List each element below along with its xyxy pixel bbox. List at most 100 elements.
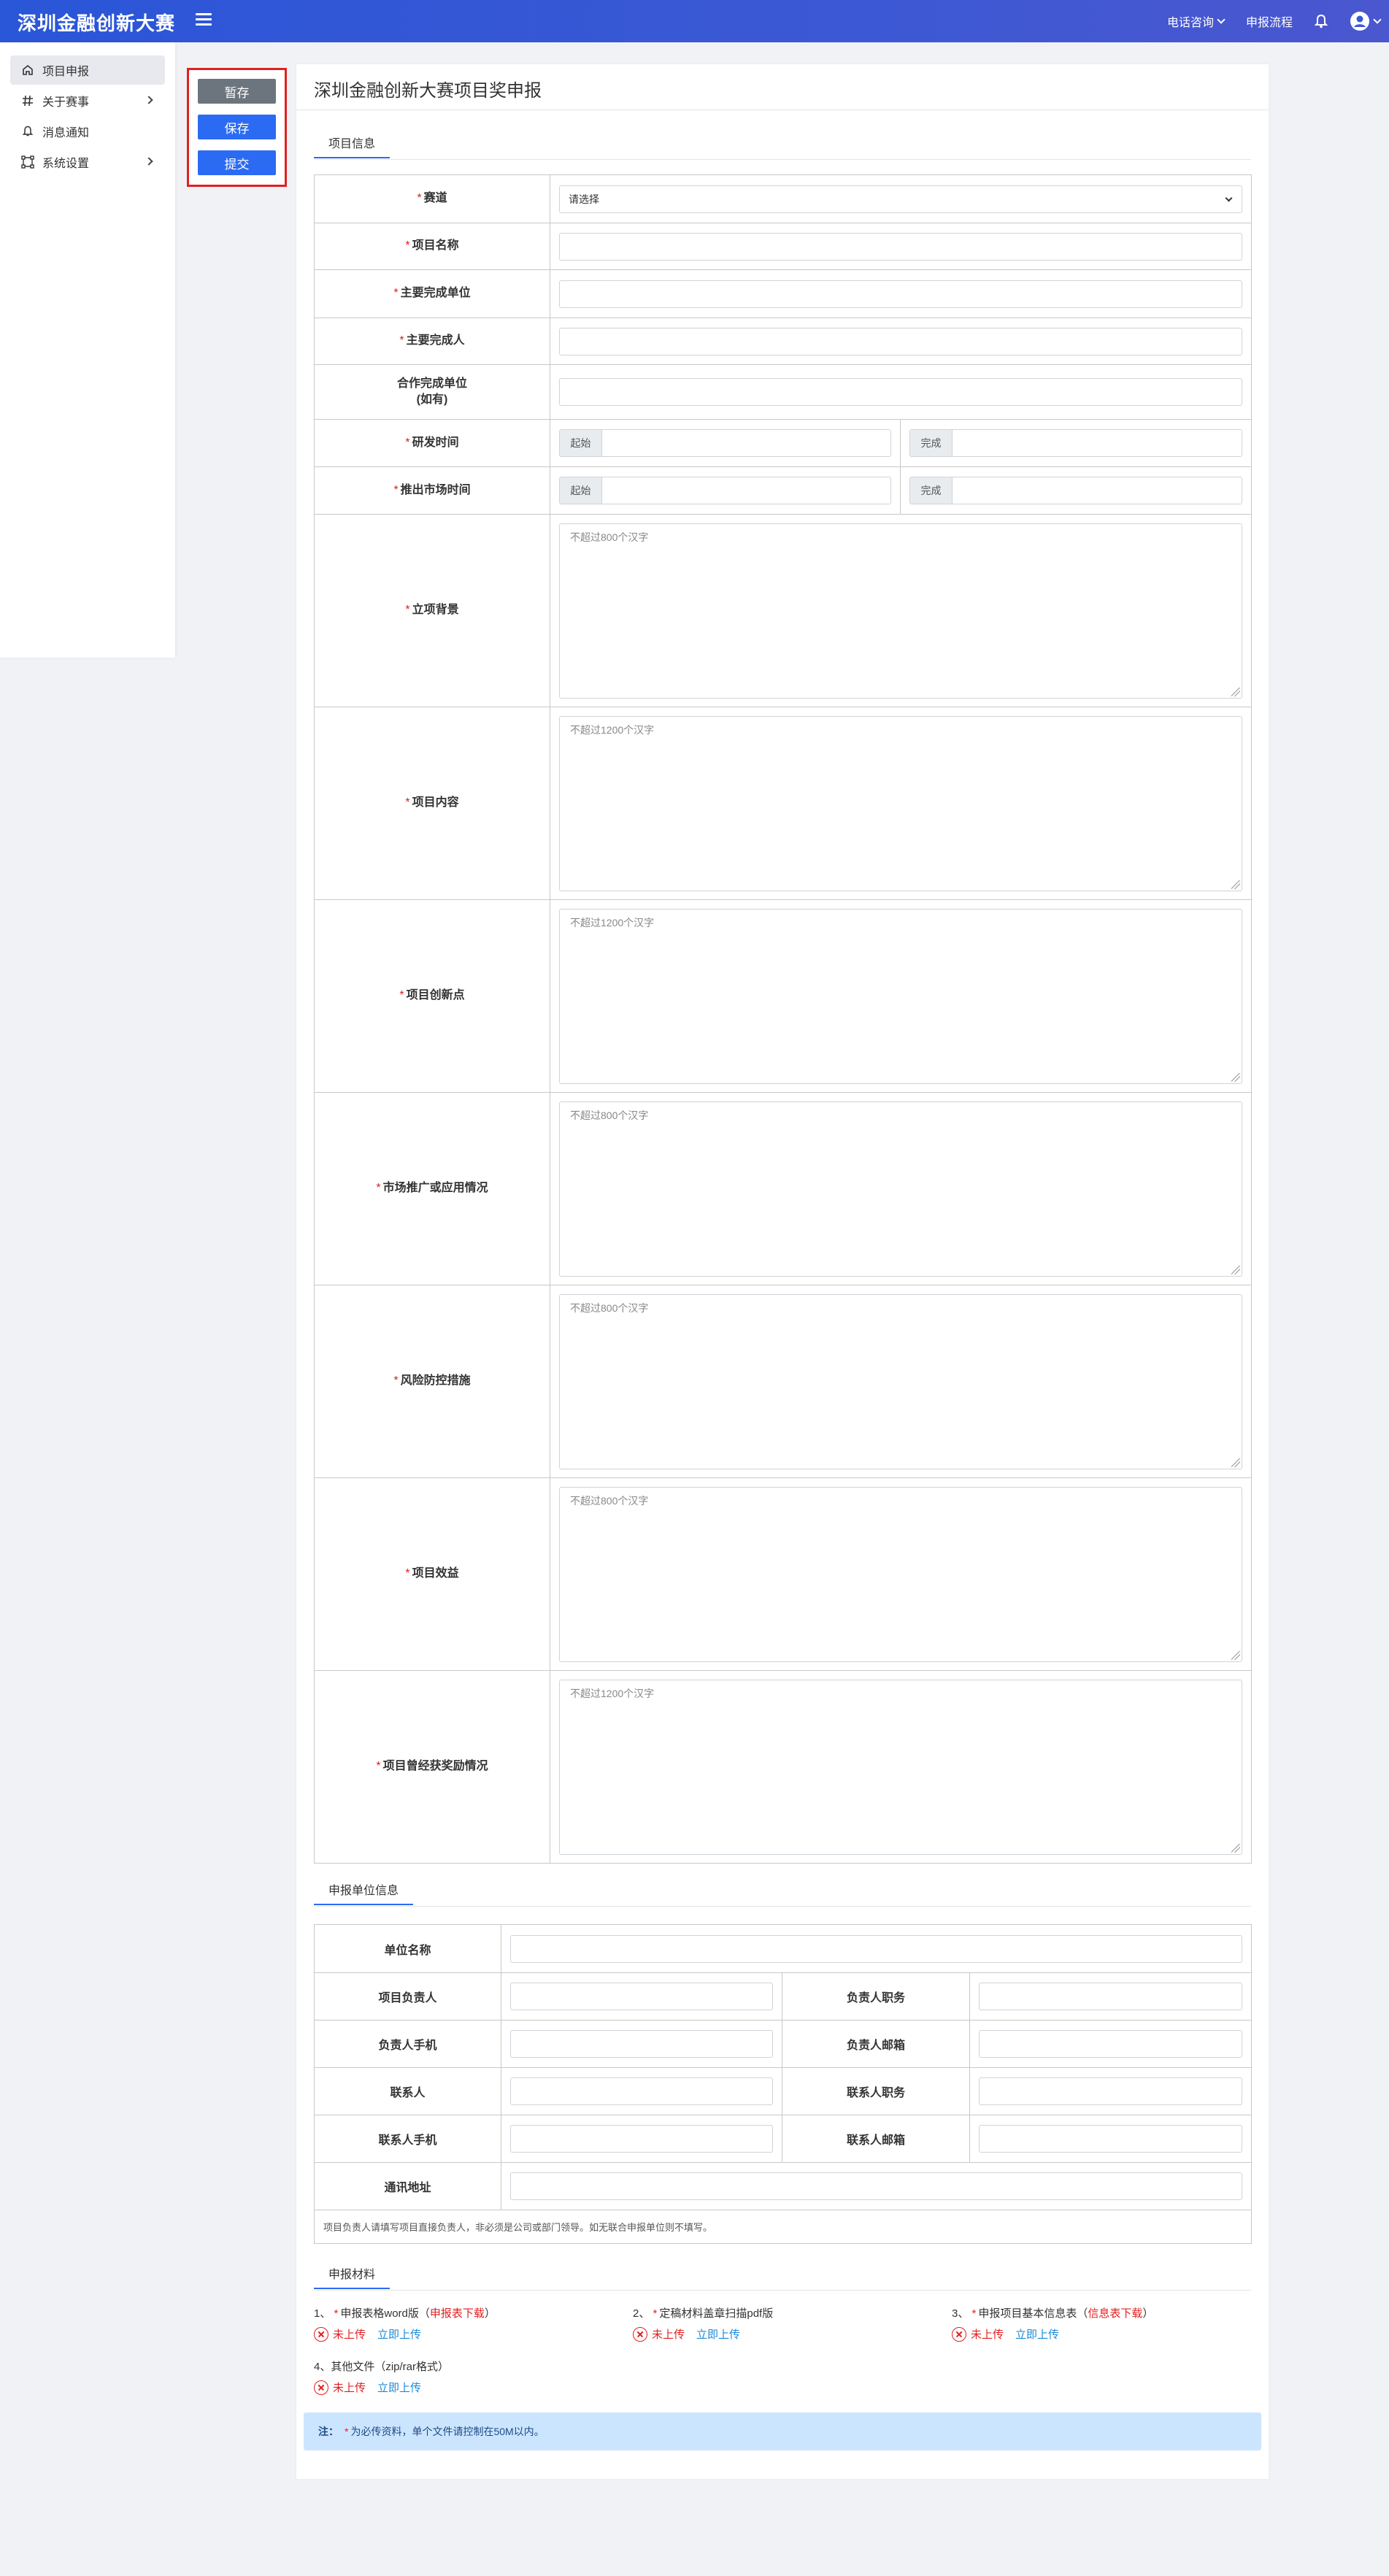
leader-phone-label: 负责人手机 [314, 2020, 501, 2068]
address-label: 通讯地址 [314, 2162, 501, 2210]
market-time-start-field[interactable]: 起始 [559, 477, 891, 504]
divider [314, 2290, 1251, 2291]
draft-button[interactable]: 暂存 [198, 79, 276, 104]
tab-unit-info[interactable]: 申报单位信息 [314, 1880, 414, 1905]
leader-input[interactable] [510, 1983, 773, 2010]
save-button[interactable]: 保存 [198, 115, 276, 139]
coop-unit-label-note: (如有) [416, 393, 448, 406]
leader-email-input[interactable] [979, 2030, 1242, 2058]
phone-consult-dropdown[interactable]: 电话咨询 [1166, 12, 1226, 30]
risk-textarea[interactable]: 不超过800个汉字 [559, 1293, 1242, 1469]
main-unit-input[interactable] [559, 280, 1242, 308]
leader-title-label: 负责人职务 [782, 1972, 970, 2021]
track-label: 赛道 [423, 192, 447, 205]
innovation-label: 项目创新点 [406, 989, 465, 1002]
sidebar-item-label: 系统设置 [42, 158, 90, 170]
material-item-3: 3、 * 申报项目基本信息表（信息表下载） 未上传 立即上传 [952, 2307, 1154, 2342]
info-form-download-link[interactable]: 信息表下载 [1088, 2307, 1142, 2320]
tab-materials[interactable]: 申报材料 [314, 2264, 390, 2289]
market-time-end-field[interactable]: 完成 [909, 477, 1242, 504]
divider [314, 159, 1251, 160]
upload-now-link[interactable]: 立即上传 [377, 2326, 421, 2342]
apply-process-link[interactable]: 申报流程 [1246, 12, 1293, 30]
unit-note: 项目负责人请填写项目直接负责人，非必须是公司或部门领导。如无联合申报单位则不填写… [314, 2210, 1252, 2244]
bell-icon[interactable] [1315, 14, 1328, 28]
sidebar: 项目申报 关于赛事 消息通知 系统设置 [0, 42, 175, 658]
market-textarea[interactable]: 不超过800个汉字 [559, 1101, 1242, 1277]
hash-icon [20, 93, 35, 108]
project-info-table: * 赛道 请选择 * 项目名称 * 主要完成单位 * 主要完成人 合作完成单位 (如有) … [314, 174, 1252, 1864]
material-item-1: 1、 * 申报表格word版（申报表下载） 未上传 立即上传 [314, 2307, 496, 2342]
sidebar-item-project-apply[interactable]: 项目申报 [10, 55, 165, 85]
awards-label: 项目曾经获奖励情况 [382, 1760, 488, 1773]
unit-info-table: 单位名称 项目负责人 负责人职务 负责人手机 负责人邮箱 联系人 联系人职务 联… [314, 1924, 1252, 2244]
contact-title-label: 联系人职务 [782, 2067, 970, 2115]
sidebar-item-label: 关于赛事 [42, 96, 90, 109]
chevron-down-icon [1225, 194, 1233, 201]
apply-form-download-link[interactable]: 申报表下载 [430, 2307, 485, 2320]
market-time-label: 推出市场时间 [400, 483, 471, 496]
brand-title[interactable]: 深圳金融创新大赛 [18, 9, 175, 36]
sidebar-item-label: 消息通知 [42, 127, 90, 139]
contact-title-input[interactable] [979, 2077, 1242, 2105]
submit-button[interactable]: 提交 [198, 150, 276, 175]
track-select[interactable]: 请选择 [559, 185, 1242, 213]
leader-email-label: 负责人邮箱 [782, 2020, 970, 2068]
dev-time-end-field[interactable]: 完成 [909, 429, 1242, 457]
home-icon [20, 63, 35, 77]
contact-input[interactable] [510, 2077, 773, 2105]
tab-project-info[interactable]: 项目信息 [314, 134, 390, 158]
sidebar-item-label: 项目申报 [42, 66, 90, 78]
main-person-label: 主要完成人 [406, 334, 465, 347]
coop-unit-input[interactable] [559, 378, 1242, 406]
contact-email-input[interactable] [979, 2125, 1242, 2153]
phone-consult-label: 电话咨询 [1166, 17, 1214, 29]
contact-label: 联系人 [314, 2067, 501, 2115]
content-textarea[interactable]: 不超过1200个汉字 [559, 715, 1242, 891]
contact-email-label: 联系人邮箱 [782, 2115, 970, 2163]
unit-name-label: 单位名称 [314, 1924, 501, 1973]
benefit-textarea[interactable]: 不超过800个汉字 [559, 1486, 1242, 1662]
unit-name-input[interactable] [510, 1934, 1242, 1963]
chevron-right-icon [145, 157, 153, 166]
leader-label: 项目负责人 [314, 1972, 501, 2021]
upload-now-link[interactable]: 立即上传 [377, 2380, 421, 2395]
address-input[interactable] [510, 2172, 1242, 2200]
dev-time-start-field[interactable]: 起始 [559, 429, 891, 457]
background-textarea[interactable]: 不超过800个汉字 [559, 523, 1242, 699]
material-item-2: 2、 * 定稿材料盖章扫描pdf版 未上传 立即上传 [633, 2307, 774, 2342]
risk-label: 风险防控措施 [400, 1374, 471, 1388]
upload-now-link[interactable]: 立即上传 [1015, 2326, 1059, 2342]
not-uploaded-icon [633, 2326, 647, 2342]
sidebar-item-about[interactable]: 关于赛事 [10, 86, 165, 115]
chevron-down-icon [1373, 15, 1382, 24]
leader-title-input[interactable] [979, 1983, 1242, 2010]
project-name-label: 项目名称 [412, 239, 459, 253]
page-title: 深圳金融创新大赛项目奖申报 [314, 81, 542, 101]
nodes-icon [20, 155, 35, 169]
chevron-down-icon [1217, 15, 1226, 24]
benefit-label: 项目效益 [412, 1567, 459, 1580]
coop-unit-label: 合作完成单位 [396, 377, 467, 390]
notice-banner: 注： * 为必传资料，单个文件请控制在50M以内。 [304, 2412, 1261, 2450]
innovation-textarea[interactable]: 不超过1200个汉字 [559, 908, 1242, 1084]
project-name-input[interactable] [559, 232, 1242, 261]
user-menu[interactable] [1350, 11, 1382, 31]
user-avatar-icon [1350, 12, 1369, 31]
material-item-4: 4、其他文件（zip/rar格式） 未上传 立即上传 [314, 2361, 450, 2395]
content-label: 项目内容 [412, 796, 459, 810]
awards-textarea[interactable]: 不超过1200个汉字 [559, 1679, 1242, 1855]
dev-time-label: 研发时间 [412, 436, 459, 449]
menu-toggle-icon[interactable] [196, 13, 212, 28]
market-label: 市场推广或应用情况 [382, 1182, 488, 1195]
contact-phone-input[interactable] [510, 2125, 773, 2153]
divider [296, 109, 1269, 110]
background-label: 立项背景 [412, 604, 459, 617]
sidebar-item-settings[interactable]: 系统设置 [10, 147, 165, 177]
not-uploaded-icon [952, 2326, 966, 2342]
upload-now-link[interactable]: 立即上传 [696, 2326, 740, 2342]
leader-phone-input[interactable] [510, 2030, 773, 2058]
main-person-input[interactable] [559, 327, 1242, 355]
not-uploaded-icon [314, 2380, 328, 2395]
sidebar-item-notifications[interactable]: 消息通知 [10, 117, 165, 146]
